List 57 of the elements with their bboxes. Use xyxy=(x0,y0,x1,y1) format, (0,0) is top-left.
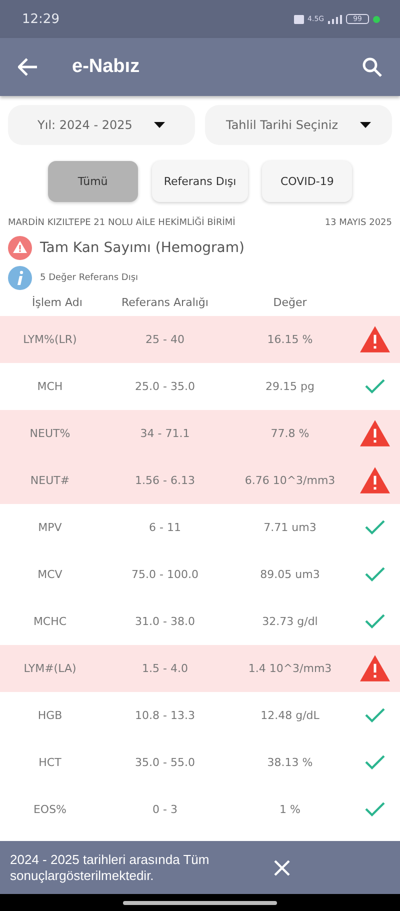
test-code: MCH xyxy=(36,380,64,393)
reference-range: 75.0 - 100.0 xyxy=(130,568,200,581)
test-code: NEUT# xyxy=(29,474,71,487)
test-code: LYM#(LA) xyxy=(22,662,78,675)
privacy-dot xyxy=(373,16,380,22)
result-value: 38.13 % xyxy=(266,756,314,769)
reference-range: 25.0 - 35.0 xyxy=(134,380,196,393)
reference-range: 25 - 40 xyxy=(144,333,186,346)
home-indicator[interactable] xyxy=(123,900,277,904)
result-value: 89.05 um3 xyxy=(259,568,321,581)
result-value: 77.8 % xyxy=(270,427,310,440)
reference-range: 10.8 - 13.3 xyxy=(134,709,196,722)
snackbar-message: 2024 - 2025 tarihleri arasında Tüm sonuçlargösterilmektedir. xyxy=(10,852,210,884)
result-value: 1 % xyxy=(278,803,302,816)
warning-icon xyxy=(8,236,32,260)
clock: 12:29 xyxy=(22,12,60,26)
test-code: HCT xyxy=(38,756,62,769)
test-code: MCV xyxy=(36,568,64,581)
filter-button[interactable]: COVID-19 xyxy=(262,161,352,202)
signal-icon xyxy=(328,14,342,24)
caret-icon xyxy=(360,122,371,128)
reference-range: 31.0 - 38.0 xyxy=(134,615,196,628)
column-header: İşlem Adı xyxy=(31,296,84,309)
result-value: 7.71 um3 xyxy=(262,521,318,534)
dropdown[interactable]: Tahlil Tarihi Seçiniz xyxy=(205,105,392,145)
result-value: 6.76 10^3/mm3 xyxy=(244,474,336,487)
result-value: 29.15 pg xyxy=(264,380,316,393)
result-value: 16.15 % xyxy=(266,333,314,346)
reference-range: 6 - 11 xyxy=(148,521,182,534)
back-icon[interactable] xyxy=(18,58,38,76)
test-code: NEUT% xyxy=(28,427,72,440)
filter-button[interactable]: Tümü xyxy=(48,161,138,202)
test-name: Tam Kan Sayımı (Hemogram) xyxy=(40,240,244,256)
column-header: Referans Aralığı xyxy=(120,296,210,309)
reference-range: 1.56 - 6.13 xyxy=(134,474,196,487)
dropdown[interactable]: Yıl: 2024 - 2025 xyxy=(8,105,195,145)
test-code: HGB xyxy=(36,709,64,722)
out-of-range-summary: 5 Değer Referans Dışı xyxy=(40,273,138,283)
test-code: MPV xyxy=(37,521,63,534)
test-code: LYM%(LR) xyxy=(22,333,78,346)
search-icon[interactable] xyxy=(362,57,382,77)
reference-range: 0 - 3 xyxy=(152,803,178,816)
caret-icon xyxy=(154,122,166,128)
test-code: EOS% xyxy=(32,803,68,816)
facility-name: MARDİN KIZILTEPE 21 NOLU AİLE HEKİMLİĞİ BİRİMİ xyxy=(8,218,236,228)
report-date: 13 MAYIS 2025 xyxy=(324,218,392,228)
reference-range: 34 - 71.1 xyxy=(139,427,191,440)
reference-range: 35.0 - 55.0 xyxy=(134,756,196,769)
column-header: Değer xyxy=(272,296,308,309)
test-code: MCHC xyxy=(32,615,68,628)
app-title: e-Nabız xyxy=(72,56,141,78)
info-icon xyxy=(8,266,32,290)
reference-range: 1.5 - 4.0 xyxy=(141,662,189,675)
result-value: 32.73 g/dl xyxy=(261,615,319,628)
result-value: 12.48 g/dL xyxy=(260,709,320,722)
filter-button[interactable]: Referans Dışı xyxy=(152,161,248,202)
result-value: 1.4 10^3/mm3 xyxy=(247,662,333,675)
